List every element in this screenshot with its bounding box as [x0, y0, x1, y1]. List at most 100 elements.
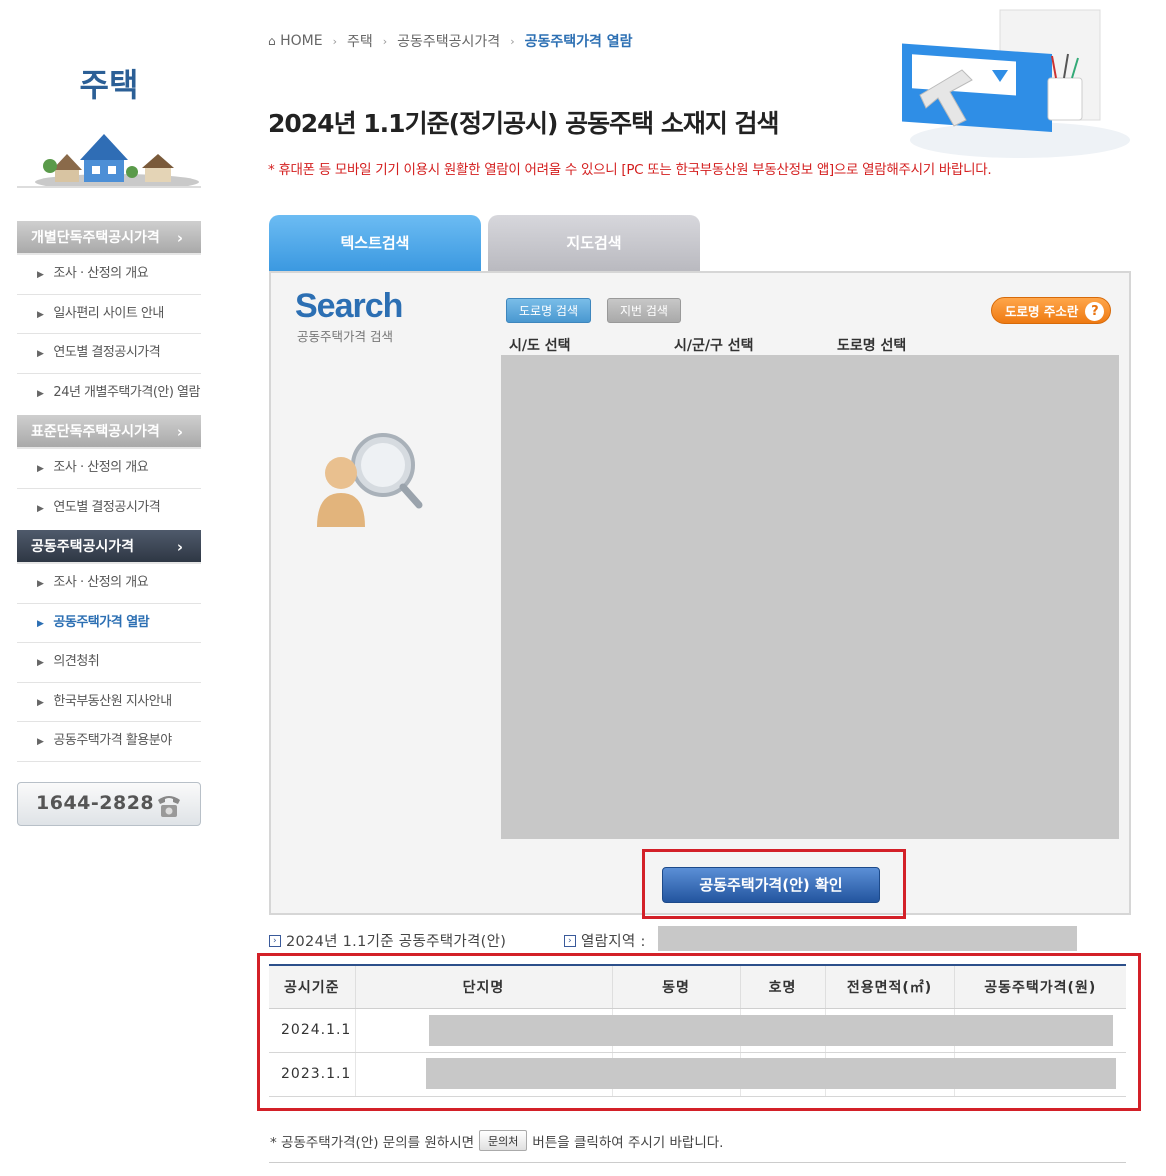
- breadcrumb-separator-icon: ›: [382, 34, 388, 48]
- menu-item-label: 공동주택가격 열람: [53, 614, 150, 630]
- menu-item-ilsapyeonri-guide[interactable]: ▶ 일사편리 사이트 안내: [17, 295, 201, 334]
- search-logo-subtitle: 공동주택가격 검색: [297, 329, 393, 344]
- menu-item-label: 조사 · 산정의 개요: [53, 575, 149, 590]
- home-icon: ⌂: [268, 34, 276, 48]
- inquiry-button[interactable]: 문의처: [479, 1130, 528, 1151]
- sido-select-label: 시/도 선택: [509, 338, 571, 354]
- row-date: 2024.1.1: [269, 1008, 355, 1053]
- menu-item-survey-overview[interactable]: ▶ 조사 · 산정의 개요: [17, 564, 201, 604]
- bullet-icon: ▶: [37, 697, 44, 708]
- bullet-icon: ▶: [37, 579, 44, 589]
- result-info-title: › 2024년 1.1기준 공동주택가격(안): [269, 930, 506, 951]
- menu-item-yearly-price[interactable]: ▶ 연도별 결정공시가격: [17, 489, 201, 529]
- row-data-redacted: [426, 1058, 1116, 1089]
- tab-text-search[interactable]: 텍스트검색: [269, 215, 481, 272]
- bullet-icon: ▶: [37, 270, 44, 280]
- home-link[interactable]: ⌂ HOME: [268, 33, 323, 49]
- row-data-redacted: [429, 1015, 1113, 1046]
- menu-header-standard-house[interactable]: 표준단독주택공시가격 ›: [17, 415, 201, 449]
- lot-number-search-button[interactable]: 지번 검색: [607, 298, 681, 323]
- menu-header-label: 개별단독주택공시가격: [31, 230, 160, 246]
- menu-header-label: 공동주택공시가격: [31, 539, 135, 555]
- bullet-icon: ▶: [37, 737, 44, 747]
- sidebar-title: 주택: [79, 66, 139, 104]
- divider: [17, 186, 201, 188]
- menu-item-label: 24년 개별주택가격(안) 열람: [53, 384, 200, 400]
- divider: [269, 1162, 1126, 1163]
- bullet-icon: ▶: [37, 658, 44, 668]
- table-header-row: 공시기준 단지명 동명 호명 전용면적(㎡) 공동주택가격(원): [269, 964, 1126, 1009]
- menu-apartment: 공동주택공시가격 › ▶ 조사 · 산정의 개요 ▶ 공동주택가격 열람 ▶ 의견청취…: [17, 530, 201, 762]
- menu-item-label: 일사편리 사이트 안내: [53, 305, 164, 321]
- bullet-icon: ▶: [37, 309, 44, 320]
- confirm-price-button[interactable]: 공동주택가격(안) 확인: [662, 867, 880, 903]
- road-address-info-label: 도로명 주소란: [1005, 304, 1079, 319]
- menu-standard-house: 표준단독주택공시가격 › ▶ 조사 · 산정의 개요 ▶ 연도별 결정공시가격: [17, 415, 201, 528]
- menu-item-label: 조사 · 산정의 개요: [53, 266, 149, 281]
- menu-item-usage[interactable]: ▶ 공동주택가격 활용분야: [17, 722, 201, 762]
- confirm-highlight-box: 공동주택가격(안) 확인: [642, 849, 906, 919]
- menu-item-opinion[interactable]: ▶ 의견청취: [17, 643, 201, 683]
- column-header: 호명: [739, 964, 825, 1009]
- search-hero-illustration: [902, 9, 1130, 158]
- menu-item-label: 연도별 결정공시가격: [53, 499, 161, 515]
- result-info-label: 2024년 1.1기준 공동주택가격(안): [286, 934, 507, 950]
- arrow-box-icon: ›: [269, 934, 281, 947]
- bullet-icon: ▶: [37, 618, 44, 629]
- column-header: 전용면적(㎡): [824, 964, 954, 1009]
- road-select-label: 도로명 선택: [837, 338, 907, 354]
- bullet-icon: ▶: [37, 464, 44, 474]
- column-header: 단지명: [354, 964, 612, 1009]
- bullet-icon: ▶: [37, 388, 44, 399]
- column-header: 동명: [611, 964, 740, 1009]
- phone-contact-box: 1644-2828: [17, 782, 201, 826]
- breadcrumb-level1[interactable]: 주택: [347, 31, 373, 51]
- road-name-search-button[interactable]: 도로명 검색: [506, 298, 592, 323]
- question-mark-icon: ?: [1085, 302, 1105, 321]
- home-label: HOME: [280, 33, 323, 49]
- phone-number: 1644-2828: [36, 792, 155, 814]
- person-search-illustration: [317, 433, 423, 527]
- breadcrumb-level2[interactable]: 공동주택공시가격: [397, 31, 500, 51]
- address-select-area[interactable]: [501, 355, 1119, 839]
- menu-item-yearly-price[interactable]: ▶ 연도별 결정공시가격: [17, 334, 201, 374]
- menu-item-label: 연도별 결정공시가격: [53, 345, 161, 360]
- sigungu-select-label: 시/군/구 선택: [674, 338, 754, 354]
- breadcrumb-separator-icon: ›: [332, 34, 337, 48]
- menu-item-apartment-price-view[interactable]: ▶ 공동주택가격 열람: [17, 604, 201, 643]
- menu-item-label: 의견청취: [53, 654, 100, 669]
- search-panel: Search 공동주택가격 검색 도로명 검색 지번 검색 도로명 주소란 ? …: [269, 271, 1131, 919]
- breadcrumb-current: 공동주택가격 열람: [524, 34, 633, 50]
- region-label: 열람지역 :: [581, 934, 646, 950]
- phone-icon: [158, 796, 180, 817]
- tab-map-search[interactable]: 지도검색: [488, 215, 700, 272]
- column-header: 공시기준: [269, 964, 355, 1009]
- menu-header-label: 표준단독주택공시가격: [31, 424, 160, 440]
- chevron-right-icon: ›: [176, 229, 183, 247]
- result-region: › 열람지역 :: [564, 930, 646, 951]
- inquiry-note-post: 버튼을 클릭하여 주시기 바랍니다.: [532, 1134, 724, 1151]
- menu-item-branch-guide[interactable]: ▶ 한국부동산원 지사안내: [17, 683, 201, 722]
- chevron-right-icon: ›: [176, 423, 183, 441]
- menu-item-24-individual-price[interactable]: ▶ 24년 개별주택가격(안) 열람: [17, 374, 201, 414]
- region-value-redacted: [658, 926, 1077, 951]
- inquiry-note: * 공동주택가격(안) 문의를 원하시면 문의처 버튼을 클릭하여 주시기 바랍…: [270, 1130, 723, 1151]
- menu-item-survey-overview[interactable]: ▶ 조사 · 산정의 개요: [17, 449, 201, 489]
- search-logo: Search: [295, 287, 403, 325]
- houses-illustration: [35, 134, 199, 188]
- menu-item-label: 한국부동산원 지사안내: [53, 693, 172, 709]
- menu-item-survey-overview[interactable]: ▶ 조사 · 산정의 개요: [17, 255, 201, 295]
- menu-header-apartment[interactable]: 공동주택공시가격 ›: [17, 530, 201, 564]
- page-title: 2024년 1.1기준(정기공시) 공동주택 소재지 검색: [268, 109, 780, 138]
- bullet-icon: ▶: [37, 349, 44, 359]
- menu-header-individual-house[interactable]: 개별단독주택공시가격 ›: [17, 221, 201, 255]
- breadcrumb: ⌂ HOME › 주택 › 공동주택공시가격 › 공동주택가격 열람: [268, 31, 633, 51]
- arrow-box-icon: ›: [564, 934, 576, 947]
- menu-item-label: 조사 · 산정의 개요: [53, 460, 149, 475]
- breadcrumb-separator-icon: ›: [510, 34, 515, 48]
- menu-individual-house: 개별단독주택공시가격 › ▶ 조사 · 산정의 개요 ▶ 일사편리 사이트 안내 ▶…: [17, 221, 201, 413]
- bullet-icon: ▶: [37, 503, 44, 514]
- menu-item-label: 공동주택가격 활용분야: [53, 733, 172, 748]
- column-header: 공동주택가격(원): [953, 964, 1126, 1009]
- road-address-info-button[interactable]: 도로명 주소란 ?: [991, 297, 1112, 324]
